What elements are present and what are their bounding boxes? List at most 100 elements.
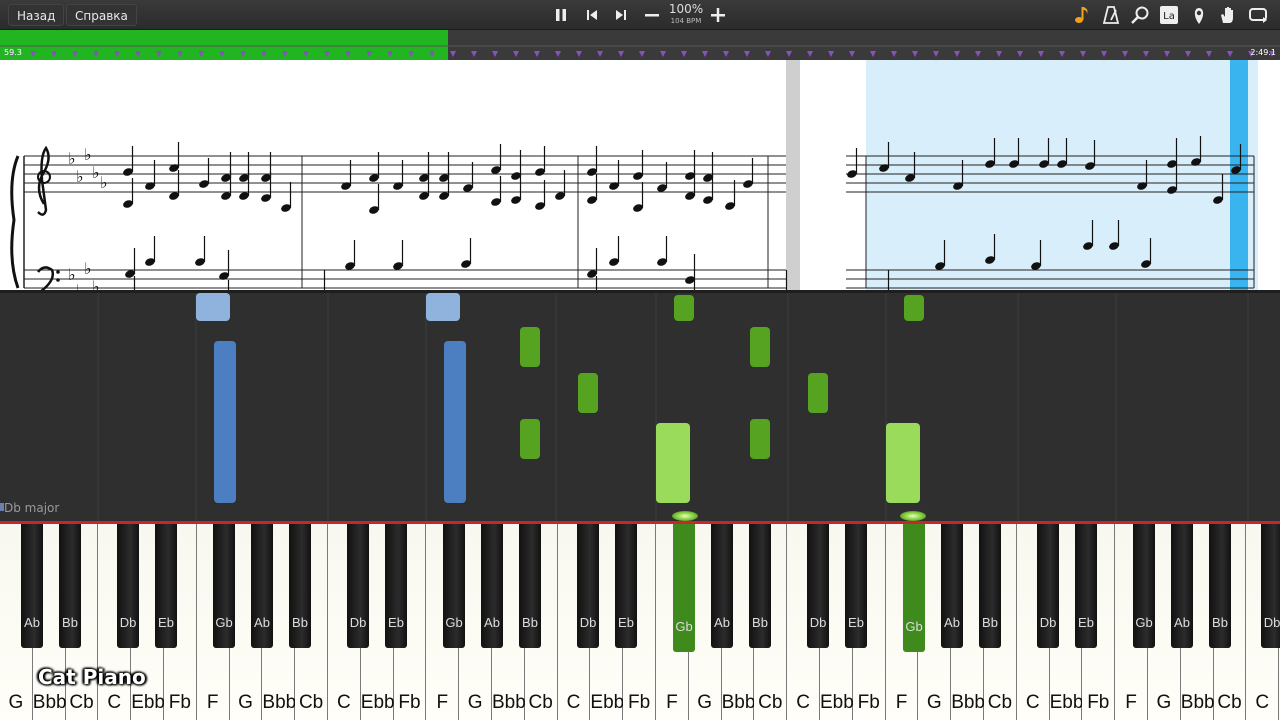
- black-key[interactable]: Ab: [21, 524, 43, 648]
- white-key-label: C: [796, 692, 810, 713]
- white-key-label: F: [1125, 692, 1137, 713]
- white-key-label: C: [107, 692, 122, 713]
- white-key-label: F: [666, 692, 678, 713]
- white-key-label: Cb: [987, 692, 1013, 713]
- black-key[interactable]: Gb: [1133, 524, 1155, 648]
- flat-sign: ♭: [84, 145, 92, 164]
- music-note-icon[interactable]: [1070, 3, 1094, 27]
- black-key[interactable]: Bb: [289, 524, 311, 648]
- black-key[interactable]: Bb: [59, 524, 81, 648]
- black-key[interactable]: Bb: [519, 524, 541, 648]
- black-key-label: Eb: [1078, 615, 1094, 630]
- progress-marker: [72, 51, 78, 57]
- black-key[interactable]: Gb: [673, 524, 695, 652]
- song-progress-bar[interactable]: 59.3 2:49.1: [0, 30, 1280, 60]
- roll-grid: [97, 293, 1249, 525]
- black-key[interactable]: Gb: [213, 524, 235, 648]
- black-key[interactable]: Db: [1037, 524, 1059, 648]
- black-key[interactable]: Db: [347, 524, 369, 648]
- black-key[interactable]: Gb: [443, 524, 465, 648]
- black-key[interactable]: Ab: [711, 524, 733, 648]
- white-key-label: Ebb: [360, 692, 395, 713]
- note-labels-icon[interactable]: La: [1157, 3, 1181, 27]
- falling-note: [426, 293, 460, 321]
- falling-note: [750, 327, 770, 367]
- black-key-label: Db: [1039, 615, 1057, 630]
- black-key-label: Bb: [752, 615, 768, 630]
- progress-marker: [975, 51, 981, 57]
- black-key[interactable]: Db: [1261, 524, 1280, 648]
- black-key-label: Bb: [982, 615, 998, 630]
- white-key-label: Ebb: [590, 692, 625, 713]
- progress-marker: [891, 51, 897, 57]
- white-key-label: Bbb: [1180, 692, 1215, 713]
- black-key-label: Ab: [714, 615, 730, 630]
- progress-marker: [1164, 51, 1170, 57]
- speed-display[interactable]: 100% 104 BPM: [664, 2, 708, 26]
- progress-marker: [1101, 51, 1107, 57]
- piano-keyboard[interactable]: G Bbb Cb C Ebb Fb F G Bbb Cb C Ebb Fb F G Bbb Cb C Ebb Fb F G…: [0, 524, 1280, 720]
- zoom-icon[interactable]: [1128, 3, 1152, 27]
- white-key-label: Cb: [1217, 692, 1242, 713]
- white-key-label: Bbb: [951, 692, 985, 713]
- progress-marker: [1206, 51, 1212, 57]
- black-key[interactable]: Eb: [385, 524, 407, 648]
- white-key-label: Ebb: [131, 692, 165, 713]
- progress-marker: [828, 51, 834, 57]
- black-key[interactable]: Db: [117, 524, 139, 648]
- black-key[interactable]: Ab: [481, 524, 503, 648]
- next-icon[interactable]: [609, 3, 633, 27]
- falling-note: [520, 419, 540, 459]
- black-key[interactable]: Db: [807, 524, 829, 648]
- progress-marker: [1185, 51, 1191, 57]
- back-button[interactable]: Назад: [8, 4, 65, 26]
- faster-icon[interactable]: [706, 3, 730, 27]
- progress-marker: [744, 51, 750, 57]
- black-key[interactable]: Ab: [941, 524, 963, 648]
- progress-marker: [912, 51, 918, 57]
- falling-note: [808, 373, 828, 413]
- black-key[interactable]: Eb: [1075, 524, 1097, 648]
- note-hit-glow: [900, 511, 926, 521]
- progress-marker: [513, 51, 519, 57]
- top-toolbar: Назад Справка 100% 104 BPM La: [0, 0, 1280, 30]
- progress-marker: [135, 51, 141, 57]
- progress-marker: [807, 51, 813, 57]
- falling-note: [578, 373, 598, 413]
- white-key-label: F: [206, 692, 219, 713]
- black-key[interactable]: Bb: [979, 524, 1001, 648]
- white-key-label: G: [1156, 692, 1172, 713]
- white-key-label: Cb: [528, 692, 553, 713]
- help-button[interactable]: Справка: [66, 4, 137, 26]
- progress-marker: [1038, 51, 1044, 57]
- slower-icon[interactable]: [640, 3, 664, 27]
- hand-icon[interactable]: [1216, 3, 1240, 27]
- black-key[interactable]: Eb: [845, 524, 867, 648]
- black-key[interactable]: Gb: [903, 524, 925, 652]
- loop-icon[interactable]: [1246, 3, 1270, 27]
- progress-marker: [156, 51, 162, 57]
- bookmark-pin-icon[interactable]: [1187, 3, 1211, 27]
- falling-note: [214, 341, 236, 503]
- white-key-label: C: [566, 692, 581, 713]
- black-key-label: Eb: [848, 615, 864, 630]
- svg-text:La: La: [1163, 11, 1175, 22]
- metronome-icon[interactable]: [1099, 3, 1123, 27]
- falling-note: [750, 419, 770, 459]
- black-key[interactable]: Bb: [749, 524, 771, 648]
- progress-marker: [639, 51, 645, 57]
- pause-icon[interactable]: [549, 3, 573, 27]
- progress-marker: [408, 51, 414, 57]
- black-key-label: Eb: [388, 615, 404, 630]
- black-key[interactable]: Eb: [615, 524, 637, 648]
- black-key[interactable]: Bb: [1209, 524, 1231, 648]
- synthesia-app: Назад Справка 100% 104 BPM La 59.3 2:49.…: [0, 0, 1280, 720]
- previous-icon[interactable]: [580, 3, 604, 27]
- white-key-label: F: [895, 692, 908, 713]
- white-key-label: Fb: [1087, 692, 1110, 713]
- progress-marker: [576, 51, 582, 57]
- black-key[interactable]: Eb: [155, 524, 177, 648]
- black-key[interactable]: Ab: [1171, 524, 1193, 648]
- black-key[interactable]: Db: [577, 524, 599, 648]
- black-key[interactable]: Ab: [251, 524, 273, 648]
